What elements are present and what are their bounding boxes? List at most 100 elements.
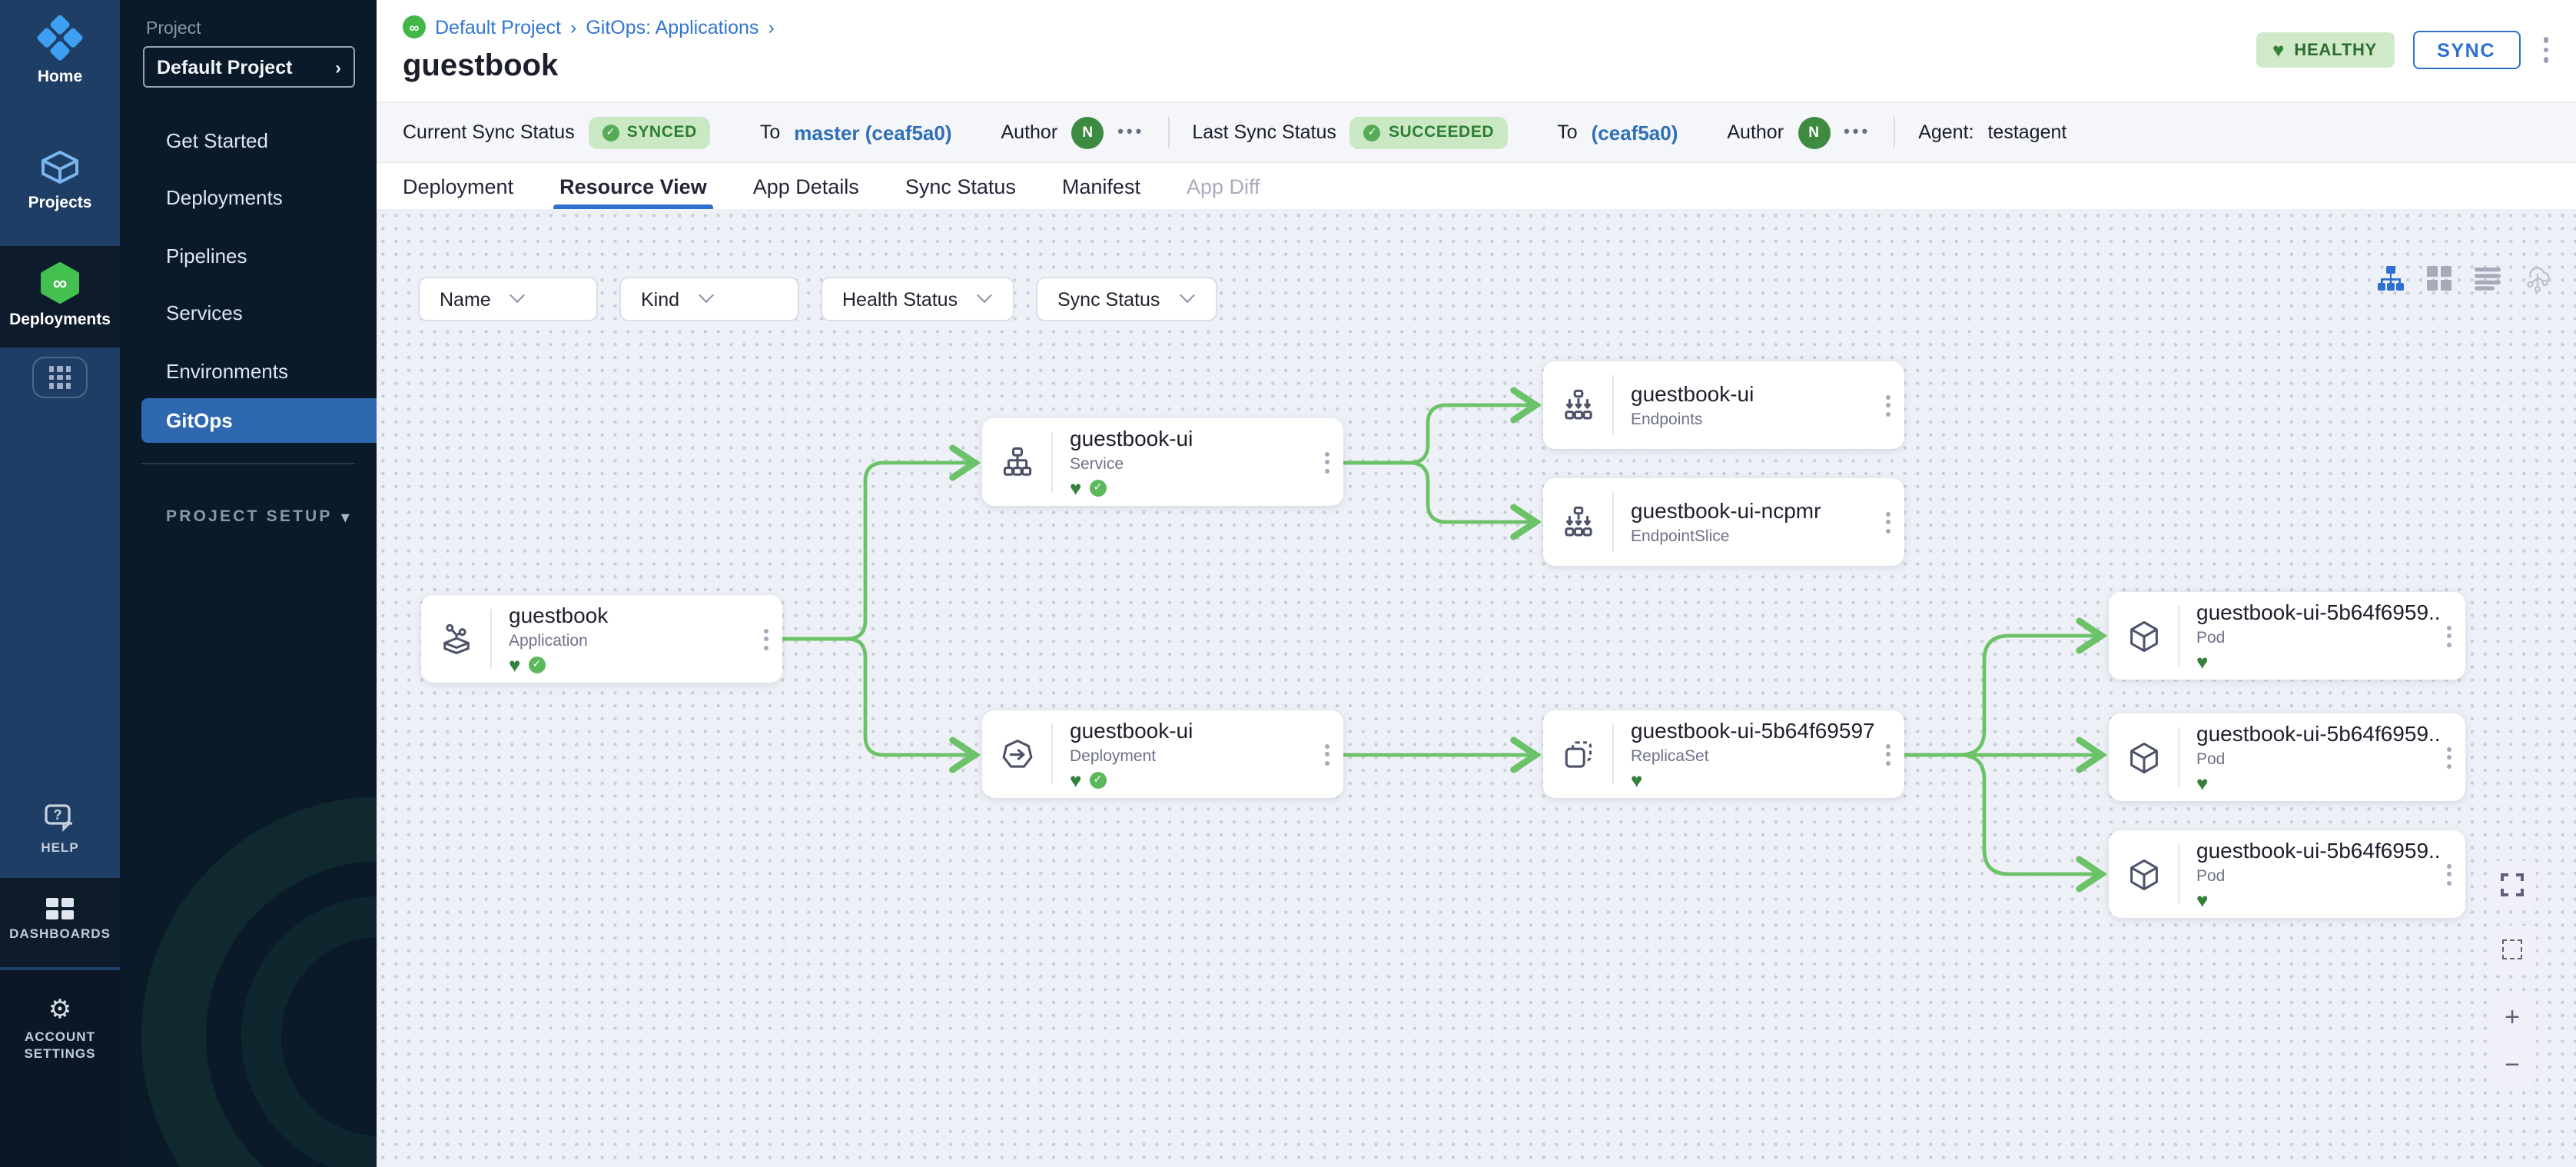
sidebar-item-pipelines[interactable]: Pipelines [120,237,377,274]
dashboards-label: DASHBOARDS [9,926,111,942]
grid-view-icon[interactable] [2427,266,2452,291]
sidebar-item-deployments-menu[interactable]: Deployments [120,178,377,215]
breadcrumb-applications[interactable]: GitOps: Applications [586,16,759,38]
dashboards-grid-icon [46,898,74,919]
project-section-label: Project [146,20,201,38]
last-more-button[interactable]: ••• [1844,123,1871,141]
synced-badge-label: SYNCED [627,123,697,141]
node-menu-kebab[interactable] [758,595,782,683]
sidebar-item-projects[interactable]: Projects [0,148,120,212]
account-label-line1: ACCOUNT [25,1029,95,1044]
node-service-guestbook-ui[interactable]: guestbook-ui Service ♥✓ [982,418,1343,506]
health-filter-label: Health Status [842,288,958,310]
author-avatar: N [1798,116,1830,148]
sync-button[interactable]: SYNC [2412,31,2520,69]
node-menu-kebab[interactable] [1880,710,1904,798]
node-name: guestbook-ui [1070,719,1319,743]
node-pod-1[interactable]: guestbook-ui-5b64f6959... Pod ♥ [2109,592,2465,680]
healthy-heart-icon: ♥ [2196,889,2208,909]
sidebar-item-account-settings[interactable]: ⚙ ACCOUNT SETTINGS [0,996,120,1062]
svg-text:∞: ∞ [53,271,68,294]
sidebar-item-gitops[interactable]: GitOps [141,398,377,443]
node-menu-kebab[interactable] [2441,713,2465,801]
sidebar-item-get-started[interactable]: Get Started [120,121,377,158]
zoom-out-button[interactable]: − [2488,1041,2536,1089]
node-menu-kebab[interactable] [2441,592,2465,680]
node-pod-2[interactable]: guestbook-ui-5b64f6959... Pod ♥ [2109,713,2465,801]
node-name: guestbook-ui [1070,427,1319,451]
node-application-guestbook[interactable]: guestbook Application ♥✓ [421,595,782,683]
sidebar-item-environments[interactable]: Environments [120,352,377,389]
succeeded-badge-label: SUCCEEDED [1389,123,1494,141]
kind-filter-dropdown[interactable]: Kind [619,277,799,321]
project-setup-toggle[interactable]: PROJECT SETUP ▾ [120,498,377,535]
current-to-label: To [760,121,780,143]
agent-value: testagent [1987,121,2066,143]
help-label: HELP [41,840,78,856]
replicaset-kind-icon [1543,710,1612,798]
name-filter-label: Name [440,288,491,310]
service-kind-icon [982,418,1051,506]
sidebar-item-help[interactable]: ? HELP [0,803,120,856]
marquee-select-button[interactable] [2488,926,2536,973]
pod-kind-icon [2109,592,2178,680]
list-view-icon[interactable] [2475,267,2501,290]
last-revision-link[interactable]: (ceaf5a0) [1592,121,1678,144]
tab-resource-view[interactable]: Resource View [559,163,707,209]
last-sync-label: Last Sync Status [1192,121,1336,143]
node-menu-kebab[interactable] [1880,361,1904,449]
node-endpointslice-guestbook-ui-ncpmr[interactable]: guestbook-ui-ncpmr EndpointSlice [1543,478,1904,566]
view-toggle-group [2378,264,2551,292]
current-revision-link[interactable]: master (ceaf5a0) [794,121,951,144]
node-kind: Service [1070,454,1319,473]
tab-manifest[interactable]: Manifest [1062,163,1140,209]
current-more-button[interactable]: ••• [1117,123,1144,141]
services-label: Services [166,301,243,324]
tree-view-icon[interactable] [2378,265,2404,291]
check-circle-icon: ✓ [1364,124,1381,141]
resource-tree-canvas[interactable]: Name Kind Health Status Sync Status [377,209,2576,1167]
name-filter-dropdown[interactable]: Name [418,277,598,321]
tab-deployment[interactable]: Deployment [403,163,513,209]
sidebar-item-home[interactable]: Home [0,18,120,86]
zoom-in-button[interactable]: + [2488,993,2536,1041]
health-status-filter-dropdown[interactable]: Health Status [821,277,1014,321]
node-kind: Pod [2196,628,2441,647]
gitops-label: GitOps [166,409,233,432]
node-kind: Deployment [1070,746,1319,765]
app-menu-kebab[interactable] [2538,33,2553,68]
node-menu-kebab[interactable] [1319,710,1343,798]
healthy-heart-icon: ♥ [2196,773,2208,793]
author-avatar: N [1071,116,1104,148]
node-menu-kebab[interactable] [1319,418,1343,506]
fit-to-screen-button[interactable] [2488,861,2536,909]
node-menu-kebab[interactable] [1880,478,1904,566]
home-label: Home [38,68,82,86]
project-selector[interactable]: Default Project › [143,46,355,88]
node-pod-3[interactable]: guestbook-ui-5b64f6959... Pod ♥ [2109,830,2465,918]
health-status-badge: ♥ HEALTHY [2256,32,2394,68]
node-kind: Application [509,631,758,650]
synced-badge: ✓ SYNCED [589,116,711,148]
node-deployment-guestbook-ui[interactable]: guestbook-ui Deployment ♥✓ [982,710,1343,798]
tab-sync-status[interactable]: Sync Status [905,163,1016,209]
help-chat-icon: ? [43,803,77,833]
app-tabs: Deployment Resource View App Details Syn… [377,163,2576,209]
node-replicaset-guestbook-ui-5b64f69597[interactable]: guestbook-ui-5b64f69597 ReplicaSet ♥ [1543,710,1904,798]
agent-label: Agent: [1918,121,1973,143]
sync-filter-label: Sync Status [1057,288,1160,310]
healthy-heart-icon: ♥ [1631,770,1642,790]
node-endpoints-guestbook-ui[interactable]: guestbook-ui Endpoints [1543,361,1904,449]
sync-status-filter-dropdown[interactable]: Sync Status [1036,277,1217,321]
sidebar-item-deployments[interactable]: ∞ Deployments [0,261,120,329]
network-view-icon[interactable] [2524,264,2551,292]
node-name: guestbook-ui-5b64f69597 [1631,719,1880,743]
project-sidebar: Project Default Project › Get Started De… [120,0,377,1167]
module-picker-button[interactable] [32,357,88,398]
sidebar-item-dashboards[interactable]: DASHBOARDS [0,898,120,942]
node-menu-kebab[interactable] [2441,830,2465,918]
breadcrumb-project[interactable]: Default Project [435,16,561,38]
sidebar-item-services[interactable]: Services [120,294,377,331]
tab-app-details[interactable]: App Details [753,163,859,209]
harness-watermark [120,675,377,1167]
